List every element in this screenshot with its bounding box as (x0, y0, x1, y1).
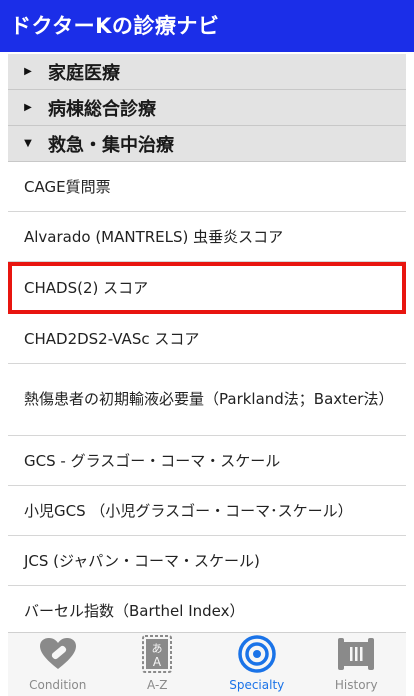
triangle-right-icon: ▶ (24, 102, 32, 113)
tab-a-z[interactable]: あ A A-Z (108, 633, 208, 696)
svg-text:あ: あ (152, 642, 163, 655)
list-item-alvarado[interactable]: Alvarado (MANTRELS) 虫垂炎スコア (8, 212, 406, 262)
category-label: 家庭医療 (48, 62, 120, 84)
tab-history[interactable]: History (307, 633, 407, 696)
tab-bar: Condition あ A A-Z Specialty History (8, 632, 406, 696)
list-item-chads2[interactable]: CHADS(2) スコア (8, 262, 406, 314)
category-ward-general[interactable]: ▶ 病棟総合診療 (8, 90, 406, 126)
svg-text:A: A (153, 655, 162, 669)
list-item-cha2ds2-vasc[interactable]: CHAD2DS2-VASc スコア (8, 314, 406, 364)
scroll-icon (336, 634, 376, 674)
list-item-burn-fluid[interactable]: 熱傷患者の初期輸液必要量（Parkland法；Baxter法） (8, 364, 406, 436)
tab-condition[interactable]: Condition (8, 633, 108, 696)
target-icon (237, 634, 277, 674)
list-item-barthel[interactable]: バーセル指数（Barthel Index） (8, 586, 406, 636)
triangle-right-icon: ▶ (24, 66, 32, 77)
category-emergency-icu[interactable]: ▼ 救急・集中治療 (8, 126, 406, 162)
list-item-cage[interactable]: CAGE質問票 (8, 162, 406, 212)
dictionary-icon: あ A (137, 634, 177, 674)
calculator-list: CAGE質問票 Alvarado (MANTRELS) 虫垂炎スコア CHADS… (8, 162, 406, 636)
heart-bandage-icon (38, 634, 78, 674)
triangle-down-icon: ▼ (24, 138, 32, 149)
category-family-medicine[interactable]: ▶ 家庭医療 (8, 54, 406, 90)
category-label: 病棟総合診療 (48, 98, 156, 120)
tab-specialty[interactable]: Specialty (207, 633, 307, 696)
list-item-jcs[interactable]: JCS (ジャパン・コーマ・スケール) (8, 536, 406, 586)
list-item-pediatric-gcs[interactable]: 小児GCS （小児グラスゴー・コーマ･スケール） (8, 486, 406, 536)
app-title: ドクターKの診療ナビ (0, 0, 414, 52)
category-label: 救急・集中治療 (48, 134, 174, 156)
list-item-gcs[interactable]: GCS - グラスゴー・コーマ・スケール (8, 436, 406, 486)
